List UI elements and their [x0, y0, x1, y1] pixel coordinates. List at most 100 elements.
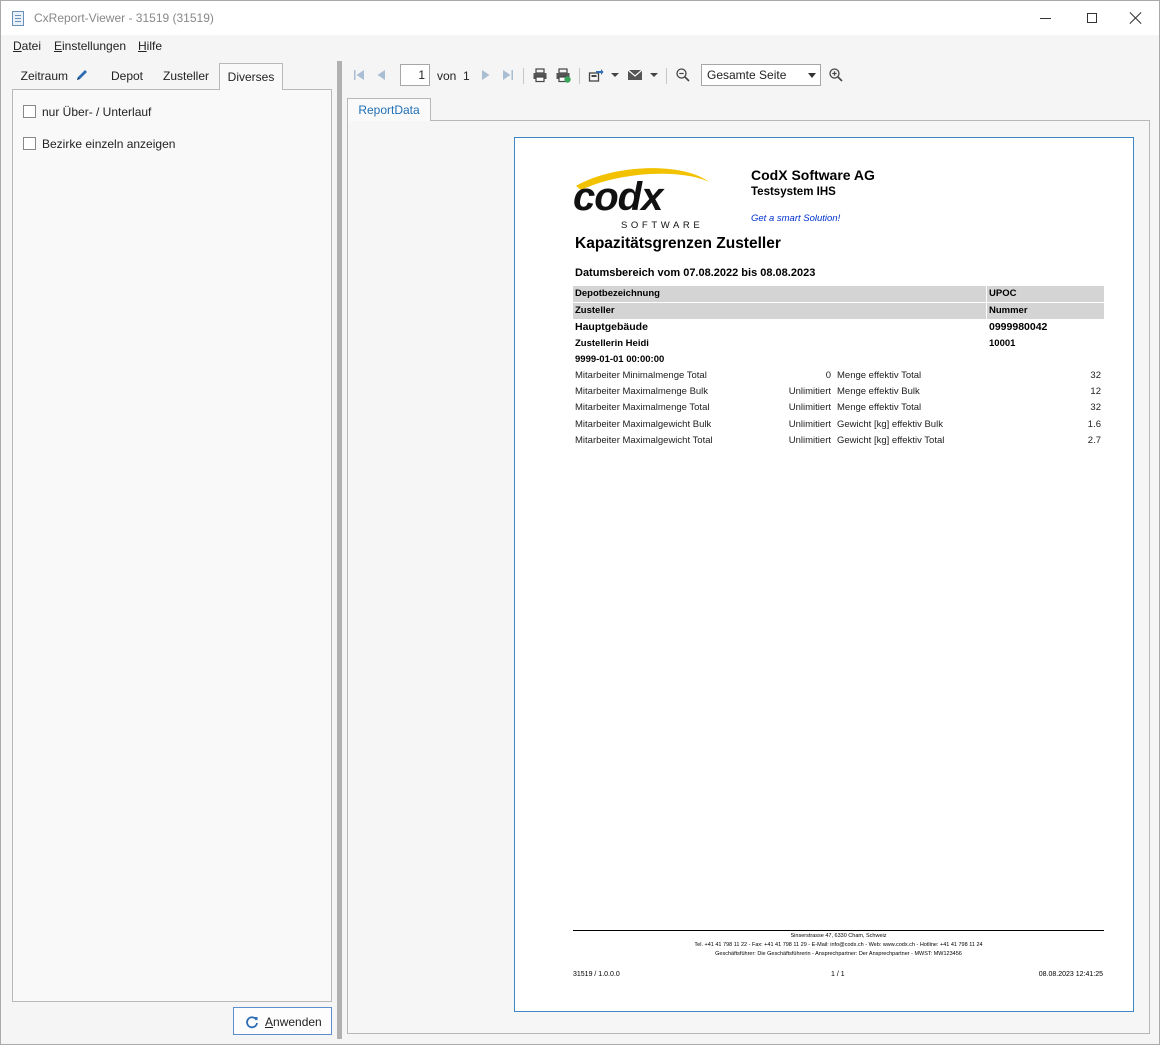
minimize-icon	[1040, 18, 1051, 19]
viewer-toolbar: 1 von 1 Gesamte Seite	[343, 61, 1160, 91]
logo-word: codx	[573, 175, 665, 219]
window-title: CxReport-Viewer - 31519 (31519)	[34, 11, 214, 25]
overflow-checkbox[interactable]	[23, 105, 36, 118]
footer-contact: Tel. +41 41 798 11 22 - Fax: +41 41 798 …	[694, 942, 983, 948]
report-page: codx SOFTWARE CodX Software AG Testsyste…	[514, 137, 1134, 1012]
footer-people: Geschäftsführer: Die Geschäftsführerin -…	[715, 951, 962, 957]
date-range: Datumsbereich vom 07.08.2022 bis 08.08.2…	[575, 267, 816, 279]
row-limit: Unlimitiert	[788, 435, 831, 446]
pane-splitter[interactable]	[337, 61, 342, 1039]
header-upoc-label: UPOC	[989, 288, 1017, 299]
tab-depot[interactable]: Depot	[102, 63, 152, 90]
zoom-select[interactable]: Gesamte Seite	[701, 64, 821, 86]
carrier-name: Zustellerin Heidi	[575, 338, 649, 349]
system-name: Testsystem IHS	[751, 186, 836, 198]
header-number-label: Nummer	[989, 305, 1028, 316]
row-effective-value: 2.7	[1087, 435, 1101, 446]
export-icon[interactable]	[588, 67, 604, 83]
menu-datei-mnemonic: D	[13, 39, 22, 53]
page-number-input[interactable]: 1	[400, 64, 430, 86]
header-band-depot: Depotbezeichnung UPOC	[573, 286, 1104, 302]
footer-address: Sinserstrasse 47, 6330 Cham, Schweiz	[790, 933, 887, 939]
row-limit: Unlimitiert	[788, 402, 831, 413]
maximize-icon	[1087, 13, 1097, 23]
close-button[interactable]	[1113, 1, 1159, 35]
zoom-in-icon[interactable]	[828, 67, 844, 83]
menu-einstellungen[interactable]: Einstellungen	[54, 39, 126, 53]
maximize-button[interactable]	[1069, 1, 1115, 35]
previous-page-icon[interactable]	[373, 67, 389, 83]
menu-einstellungen-label: instellungen	[62, 39, 127, 53]
row-effective-label: Menge effektiv Total	[837, 402, 922, 413]
menu-hilfe[interactable]: Hilfe	[138, 39, 162, 53]
zoom-out-icon[interactable]	[675, 67, 691, 83]
carrier-number: 10001	[989, 338, 1016, 349]
row-label: Mitarbeiter Maximalmenge Total	[575, 402, 710, 413]
report-title: Kapazitätsgrenzen Zusteller	[575, 235, 781, 252]
overflow-checkbox-label: nur Über- / Unterlauf	[42, 105, 152, 119]
row-label: Mitarbeiter Maximalmenge Bulk	[575, 386, 709, 397]
company-logo: codx SOFTWARE	[573, 168, 709, 230]
tab-zeitraum-label: Zeitraum	[20, 69, 68, 83]
zoom-select-value: Gesamte Seite	[707, 68, 787, 82]
apply-button[interactable]: Anwenden	[233, 1007, 332, 1035]
apply-label-rest: nwenden	[273, 1015, 322, 1029]
apply-button-label: Anwenden	[265, 1015, 322, 1029]
app-icon	[12, 11, 24, 26]
row-effective-value: 1.6	[1087, 419, 1101, 430]
depot-number: 0999980042	[989, 321, 1048, 333]
refresh-icon	[246, 1016, 258, 1029]
row-label: Mitarbeiter Maximalgewicht Total	[575, 435, 713, 446]
header-divider	[986, 286, 987, 302]
row-effective-label: Gewicht [kg] effektiv Total	[837, 435, 945, 446]
filter-panel: nur Über- / Unterlauf Bezirke einzeln an…	[12, 89, 332, 1002]
menu-hilfe-mnemonic: H	[138, 39, 147, 53]
tab-zeitraum[interactable]: Zeitraum	[14, 63, 96, 90]
close-icon	[1129, 11, 1143, 25]
toolbar-separator	[579, 68, 580, 84]
row-effective-value: 12	[1090, 386, 1101, 397]
first-page-icon[interactable]	[351, 67, 367, 83]
pencil-icon	[77, 70, 88, 80]
export-dropdown-caret[interactable]	[611, 73, 619, 77]
row-effective-value: 32	[1090, 370, 1101, 381]
depot-name: Hauptgebäude	[575, 321, 648, 333]
mail-dropdown-caret[interactable]	[650, 73, 658, 77]
next-page-icon[interactable]	[478, 67, 494, 83]
menu-hilfe-label: ilfe	[146, 39, 163, 53]
record-datetime: 9999-01-01 00:00:00	[575, 354, 665, 365]
menu-datei[interactable]: Datei	[13, 39, 41, 53]
page-total: 1	[463, 69, 470, 83]
quick-print-icon[interactable]	[555, 67, 571, 83]
footer-version: 31519 / 1.0.0.0	[573, 971, 620, 978]
header-carrier-label: Zusteller	[575, 305, 615, 316]
row-limit: Unlimitiert	[788, 386, 831, 397]
app-window: CxReport-Viewer - 31519 (31519) Datei Ei…	[0, 0, 1160, 1045]
row-label: Mitarbeiter Minimalmenge Total	[575, 370, 707, 381]
header-divider	[986, 303, 987, 319]
row-label: Mitarbeiter Maximalgewicht Bulk	[575, 419, 712, 430]
districts-checkbox[interactable]	[23, 137, 36, 150]
row-effective-label: Menge effektiv Total	[837, 370, 922, 381]
print-icon[interactable]	[532, 67, 548, 83]
apply-mnemonic: A	[265, 1015, 274, 1029]
menu-datei-label: atei	[21, 39, 42, 53]
mail-icon[interactable]	[627, 67, 643, 83]
menu-einstellungen-mnemonic: E	[54, 39, 63, 53]
tab-zusteller[interactable]: Zusteller	[158, 63, 214, 90]
row-limit: Unlimitiert	[788, 419, 831, 430]
page-of-label: von	[437, 69, 457, 83]
districts-checkbox-label: Bezirke einzeln anzeigen	[42, 137, 176, 151]
tab-reportdata[interactable]: ReportData	[347, 98, 431, 121]
company-name: CodX Software AG	[751, 167, 875, 183]
footer-divider	[573, 930, 1104, 931]
logo-subtitle: SOFTWARE	[621, 220, 703, 230]
last-page-icon[interactable]	[500, 67, 516, 83]
title-bar: CxReport-Viewer - 31519 (31519)	[1, 1, 1159, 35]
row-effective-label: Menge effektiv Bulk	[837, 386, 920, 397]
row-effective-label: Gewicht [kg] effektiv Bulk	[837, 419, 943, 430]
minimize-button[interactable]	[1023, 1, 1069, 35]
header-band-carrier: Zusteller Nummer	[573, 303, 1104, 319]
footer-page-count: 1 / 1	[831, 971, 845, 978]
tab-diverses[interactable]: Diverses	[219, 63, 283, 90]
